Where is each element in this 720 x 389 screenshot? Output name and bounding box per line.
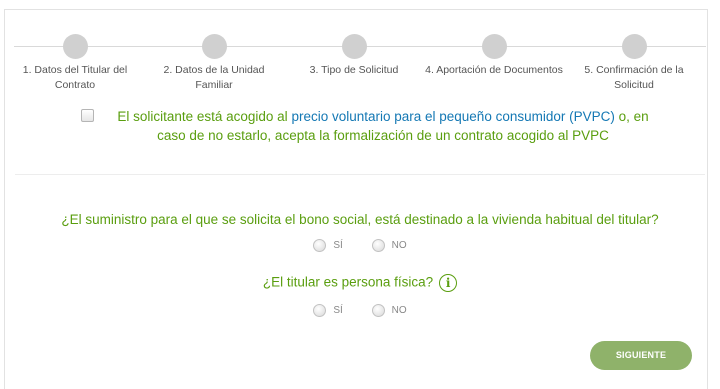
radio-option-no[interactable]: NO [371, 239, 407, 252]
radio-group-natural-person: SÍ NO [0, 304, 720, 317]
step-2-dot [201, 34, 227, 59]
step-4[interactable]: 4. Aportación de Documentos [424, 34, 564, 78]
step-5-label: 5. Confirmación de la Solicitud [584, 64, 684, 91]
radio-no-circle[interactable] [371, 304, 385, 317]
step-5[interactable]: 5. Confirmación de la Solicitud [564, 34, 704, 93]
radio-group-primary-residence: SÍ NO [0, 239, 720, 252]
radio-option-yes[interactable]: SÍ [313, 239, 343, 252]
question-primary-residence-text: ¿El suministro para el que se solicita e… [61, 212, 659, 227]
step-3-dot [341, 34, 367, 59]
step-5-dot [621, 34, 647, 59]
radio-yes-label: SÍ [333, 305, 343, 317]
radio-yes-circle[interactable] [313, 304, 327, 317]
radio-yes-circle[interactable] [313, 239, 327, 252]
step-2-label: 2. Datos de la Unidad Familiar [163, 64, 265, 91]
next-button[interactable]: SIGUIENTE [590, 341, 692, 370]
radio-option-no[interactable]: NO [371, 304, 407, 317]
step-1-dot [62, 34, 88, 59]
radio-no-label: NO [391, 240, 407, 252]
radio-no-circle[interactable] [371, 239, 385, 252]
question-natural-person: ¿El titular es persona física? i [0, 274, 720, 292]
step-3-label: 3. Tipo de Solicitud [309, 64, 399, 76]
question-primary-residence: ¿El suministro para el que se solicita e… [0, 212, 720, 227]
pvpc-checkbox[interactable] [81, 109, 94, 122]
info-icon[interactable]: i [439, 274, 458, 292]
step-4-label: 4. Aportación de Documentos [425, 64, 563, 76]
pvpc-consent: El solicitante está acogido al precio vo… [80, 107, 660, 145]
pvpc-text-before: El solicitante está acogido al [117, 109, 292, 124]
step-1[interactable]: 1. Datos del Titular del Contrato [5, 34, 145, 93]
pvpc-consent-text: El solicitante está acogido al precio vo… [106, 107, 660, 145]
radio-no-label: NO [391, 305, 407, 317]
step-3[interactable]: 3. Tipo de Solicitud [284, 34, 424, 78]
pvpc-link[interactable]: precio voluntario para el pequeño consum… [291, 109, 614, 124]
radio-option-yes[interactable]: SÍ [313, 304, 343, 317]
question-natural-person-text: ¿El titular es persona física? [262, 274, 434, 290]
step-2[interactable]: 2. Datos de la Unidad Familiar [144, 34, 284, 93]
section-divider [15, 174, 705, 175]
radio-yes-label: SÍ [333, 240, 343, 252]
step-4-dot [481, 34, 507, 59]
step-1-label: 1. Datos del Titular del Contrato [22, 64, 128, 91]
